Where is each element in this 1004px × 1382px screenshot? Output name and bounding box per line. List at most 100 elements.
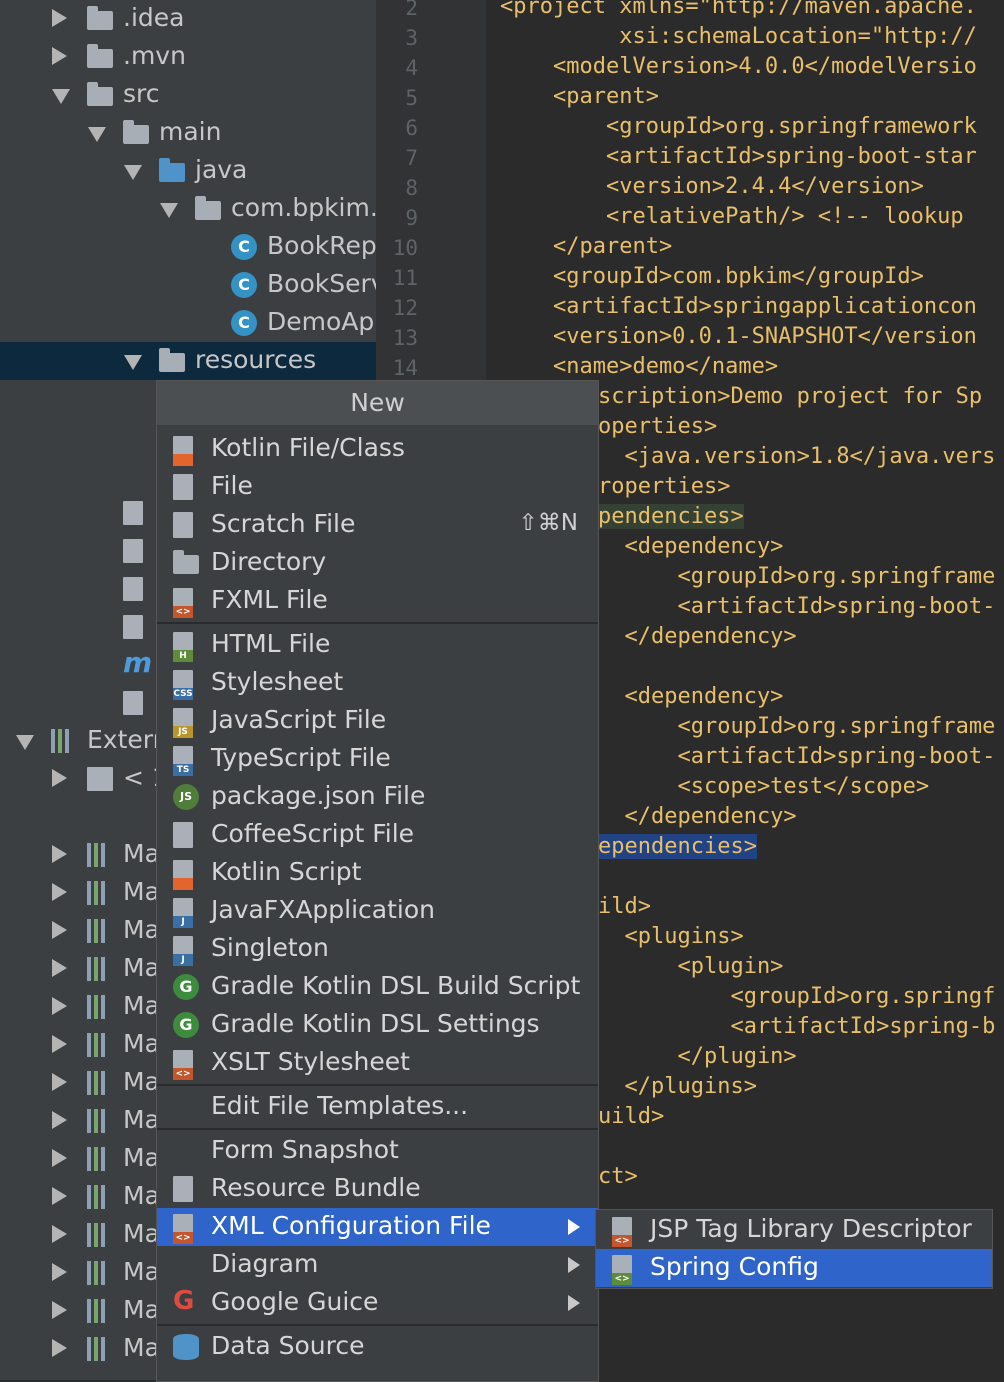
code-line: ependencies> xyxy=(598,834,757,859)
gradle-icon: G xyxy=(173,1012,199,1038)
file-type-badge: TS xyxy=(173,764,193,776)
scratch-file-icon xyxy=(173,512,193,538)
menu-item-kotlin-script[interactable]: Kotlin Script xyxy=(157,854,598,892)
menu-item-javafxapplication[interactable]: J JavaFXApplication xyxy=(157,892,598,930)
line-number: 3 xyxy=(405,26,418,50)
submenu-arrow-icon xyxy=(568,1257,580,1273)
collapse-arrow-icon[interactable] xyxy=(52,1301,67,1319)
library-icon xyxy=(87,1261,113,1285)
code-line: xsi:schemaLocation="http:// xyxy=(500,24,977,49)
menu-item-package-json-file[interactable]: JS package.json File xyxy=(157,778,598,816)
collapse-arrow-icon[interactable] xyxy=(52,997,67,1015)
tree-item-label: Ma xyxy=(123,1295,160,1324)
code-line: scription>Demo project for Sp xyxy=(598,384,983,409)
line-number: 10 xyxy=(392,236,418,260)
collapse-arrow-icon[interactable] xyxy=(52,1225,67,1243)
collapse-arrow-icon[interactable] xyxy=(52,883,67,901)
menu-item-directory[interactable]: Directory xyxy=(157,544,598,582)
expand-arrow-icon[interactable] xyxy=(124,165,142,180)
tree-item-label: Ma xyxy=(123,1067,160,1096)
menu-item-resource-bundle[interactable]: Resource Bundle xyxy=(157,1170,598,1208)
menu-item-diagram[interactable]: Diagram xyxy=(157,1246,598,1284)
collapse-arrow-icon[interactable] xyxy=(52,845,67,863)
file-type-badge: <> xyxy=(612,1273,632,1285)
collapse-arrow-icon[interactable] xyxy=(52,47,67,65)
collapse-arrow-icon[interactable] xyxy=(52,1339,67,1357)
menu-item-label: Kotlin Script xyxy=(211,857,362,886)
code-line: ct> xyxy=(598,1164,638,1189)
menu-item-edit-file-templates[interactable]: Edit File Templates... xyxy=(157,1088,598,1126)
tree-item-label: main xyxy=(159,117,222,146)
line-number: 4 xyxy=(405,56,418,80)
collapse-arrow-icon[interactable] xyxy=(52,1263,67,1281)
menu-item-form-snapshot[interactable]: Form Snapshot xyxy=(157,1132,598,1170)
file-icon xyxy=(173,474,193,500)
code-line: <artifactId>spring-b xyxy=(598,1014,996,1039)
menu-item-xslt-stylesheet[interactable]: <> XSLT Stylesheet xyxy=(157,1044,598,1082)
tree-row[interactable]: .mvn xyxy=(0,38,376,76)
library-icon xyxy=(87,1147,113,1171)
collapse-arrow-icon[interactable] xyxy=(52,1187,67,1205)
submenu-arrow-icon xyxy=(568,1295,580,1311)
file-type-badge: J xyxy=(173,916,193,928)
collapse-arrow-icon[interactable] xyxy=(52,1149,67,1167)
collapse-arrow-icon[interactable] xyxy=(52,921,67,939)
code-line: <artifactId>spring-boot- xyxy=(598,594,996,619)
expand-arrow-icon[interactable] xyxy=(16,735,34,750)
menu-item-label: Stylesheet xyxy=(211,667,344,696)
menu-item-stylesheet[interactable]: CSS Stylesheet xyxy=(157,664,598,702)
file-icon xyxy=(123,615,143,639)
tree-row[interactable]: resources xyxy=(0,342,376,380)
collapse-arrow-icon[interactable] xyxy=(52,1111,67,1129)
tree-row[interactable]: main xyxy=(0,114,376,152)
menu-item-file[interactable]: File xyxy=(157,468,598,506)
tree-row[interactable]: .idea xyxy=(0,0,376,38)
collapse-arrow-icon[interactable] xyxy=(52,9,67,27)
menu-item-data-source[interactable]: Data Source xyxy=(157,1328,598,1366)
expand-arrow-icon[interactable] xyxy=(160,203,178,218)
collapse-arrow-icon[interactable] xyxy=(52,959,67,977)
menu-item-coffeescript-file[interactable]: CoffeeScript File xyxy=(157,816,598,854)
tree-item-label: Ma xyxy=(123,877,160,906)
tree-row[interactable]: com.bpkim. xyxy=(0,190,376,228)
tree-row[interactable]: C DemoAp xyxy=(0,304,376,342)
file-type-badge: <> xyxy=(612,1235,632,1247)
collapse-arrow-icon[interactable] xyxy=(52,769,67,787)
menu-item-scratch-file[interactable]: Scratch File ⇧⌘N xyxy=(157,506,598,544)
library-icon xyxy=(87,957,113,981)
menu-item-gradle-kotlin-dsl-build-script[interactable]: G Gradle Kotlin DSL Build Script xyxy=(157,968,598,1006)
menu-separator xyxy=(157,1324,598,1326)
tree-item-label: Ma xyxy=(123,953,160,982)
menu-item-typescript-file[interactable]: TS TypeScript File xyxy=(157,740,598,778)
menu-item-javascript-file[interactable]: JS JavaScript File xyxy=(157,702,598,740)
expand-arrow-icon[interactable] xyxy=(52,89,70,104)
menu-item-gradle-kotlin-dsl-settings[interactable]: G Gradle Kotlin DSL Settings xyxy=(157,1006,598,1044)
menu-item-singleton[interactable]: J Singleton xyxy=(157,930,598,968)
tree-row[interactable]: src xyxy=(0,76,376,114)
expand-arrow-icon[interactable] xyxy=(88,127,106,142)
xml-config-submenu: <> JSP Tag Library Descriptor <> Spring Con… xyxy=(595,1209,993,1289)
menu-item-html-file[interactable]: H HTML File xyxy=(157,626,598,664)
database-icon xyxy=(173,1334,199,1360)
menu-item-xml-configuration-file[interactable]: <> XML Configuration File xyxy=(157,1208,598,1246)
library-icon xyxy=(87,1185,113,1209)
menu-item-kotlin-file-class[interactable]: Kotlin File/Class xyxy=(157,430,598,468)
file-type-badge: <> xyxy=(173,1068,193,1080)
submenu-item-jsp-tag-library-descriptor[interactable]: <> JSP Tag Library Descriptor xyxy=(596,1211,992,1249)
menu-item-fxml-file[interactable]: <> FXML File xyxy=(157,582,598,620)
collapse-arrow-icon[interactable] xyxy=(52,1035,67,1053)
menu-item-label: HTML File xyxy=(211,629,331,658)
menu-item-label: Gradle Kotlin DSL Build Script xyxy=(211,971,581,1000)
tree-item-label: BookServ xyxy=(267,269,376,298)
collapse-arrow-icon[interactable] xyxy=(52,1073,67,1091)
tree-row[interactable]: C BookServ xyxy=(0,266,376,304)
expand-arrow-icon[interactable] xyxy=(124,355,142,370)
tree-row[interactable]: java xyxy=(0,152,376,190)
code-line: pendencies> xyxy=(598,504,744,529)
tree-item-label: Ma xyxy=(123,1105,160,1134)
tree-row[interactable]: C BookRepo xyxy=(0,228,376,266)
file-type-badge xyxy=(173,454,193,466)
submenu-item-spring-config[interactable]: <> Spring Config xyxy=(596,1249,992,1287)
menu-item-google-guice[interactable]: G Google Guice xyxy=(157,1284,598,1322)
code-line: <artifactId>springapplicationcon xyxy=(500,294,977,319)
